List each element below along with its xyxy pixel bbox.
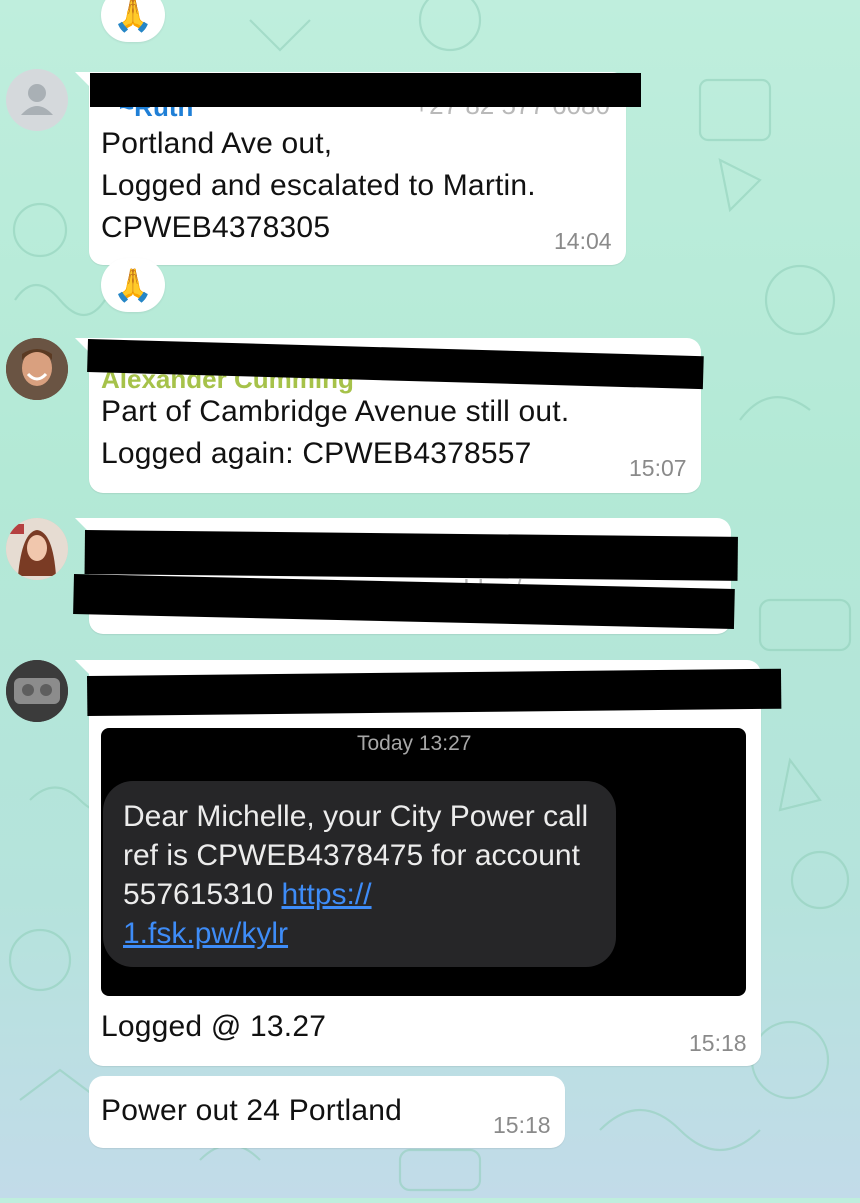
sms-text: Dear Michelle, your City Power call ref … bbox=[123, 797, 601, 953]
sms-link-line2[interactable]: 1.fsk.pw/kylr bbox=[123, 917, 288, 950]
redaction-bar bbox=[84, 530, 738, 581]
message-time: 15:18 bbox=[689, 1030, 747, 1056]
pray-emoji-icon: 🙏 bbox=[113, 0, 153, 33]
message-bubble[interactable]: Today 13:27 Dear Michelle, your City Pow… bbox=[75, 660, 761, 1066]
avatar[interactable] bbox=[6, 660, 68, 722]
profile-photo-icon bbox=[6, 660, 68, 722]
sms-screenshot-image[interactable]: Today 13:27 Dear Michelle, your City Pow… bbox=[101, 728, 746, 996]
avatar[interactable] bbox=[6, 69, 68, 131]
profile-photo-icon bbox=[6, 338, 68, 400]
message-time: 15:18 bbox=[493, 1112, 551, 1138]
redaction-bar bbox=[90, 73, 641, 107]
avatar[interactable] bbox=[6, 338, 68, 400]
message-time: 15:07 bbox=[629, 455, 687, 481]
sms-bubble: Dear Michelle, your City Power call ref … bbox=[103, 781, 616, 967]
message-time: 14:04 bbox=[554, 228, 612, 254]
avatar[interactable] bbox=[6, 518, 68, 580]
message-bubble[interactable]: Power out 24 Portland 15:18 bbox=[89, 1076, 565, 1148]
profile-photo-icon bbox=[6, 518, 68, 580]
default-user-icon bbox=[21, 84, 53, 115]
message-text: Logged @ 13.27 bbox=[101, 1010, 327, 1043]
sms-date: Today 13:27 bbox=[357, 732, 472, 755]
pray-emoji-icon: 🙏 bbox=[113, 267, 153, 303]
redaction-bar bbox=[87, 668, 782, 716]
message-text: Portland Ave out, Logged and escalated t… bbox=[101, 127, 536, 244]
reaction-badge[interactable]: 🙏 bbox=[101, 258, 165, 312]
message-text: Part of Cambridge Avenue still out. Logg… bbox=[101, 395, 570, 470]
sms-link-line1[interactable]: https:// bbox=[282, 878, 372, 911]
message-text: Power out 24 Portland bbox=[101, 1094, 403, 1127]
